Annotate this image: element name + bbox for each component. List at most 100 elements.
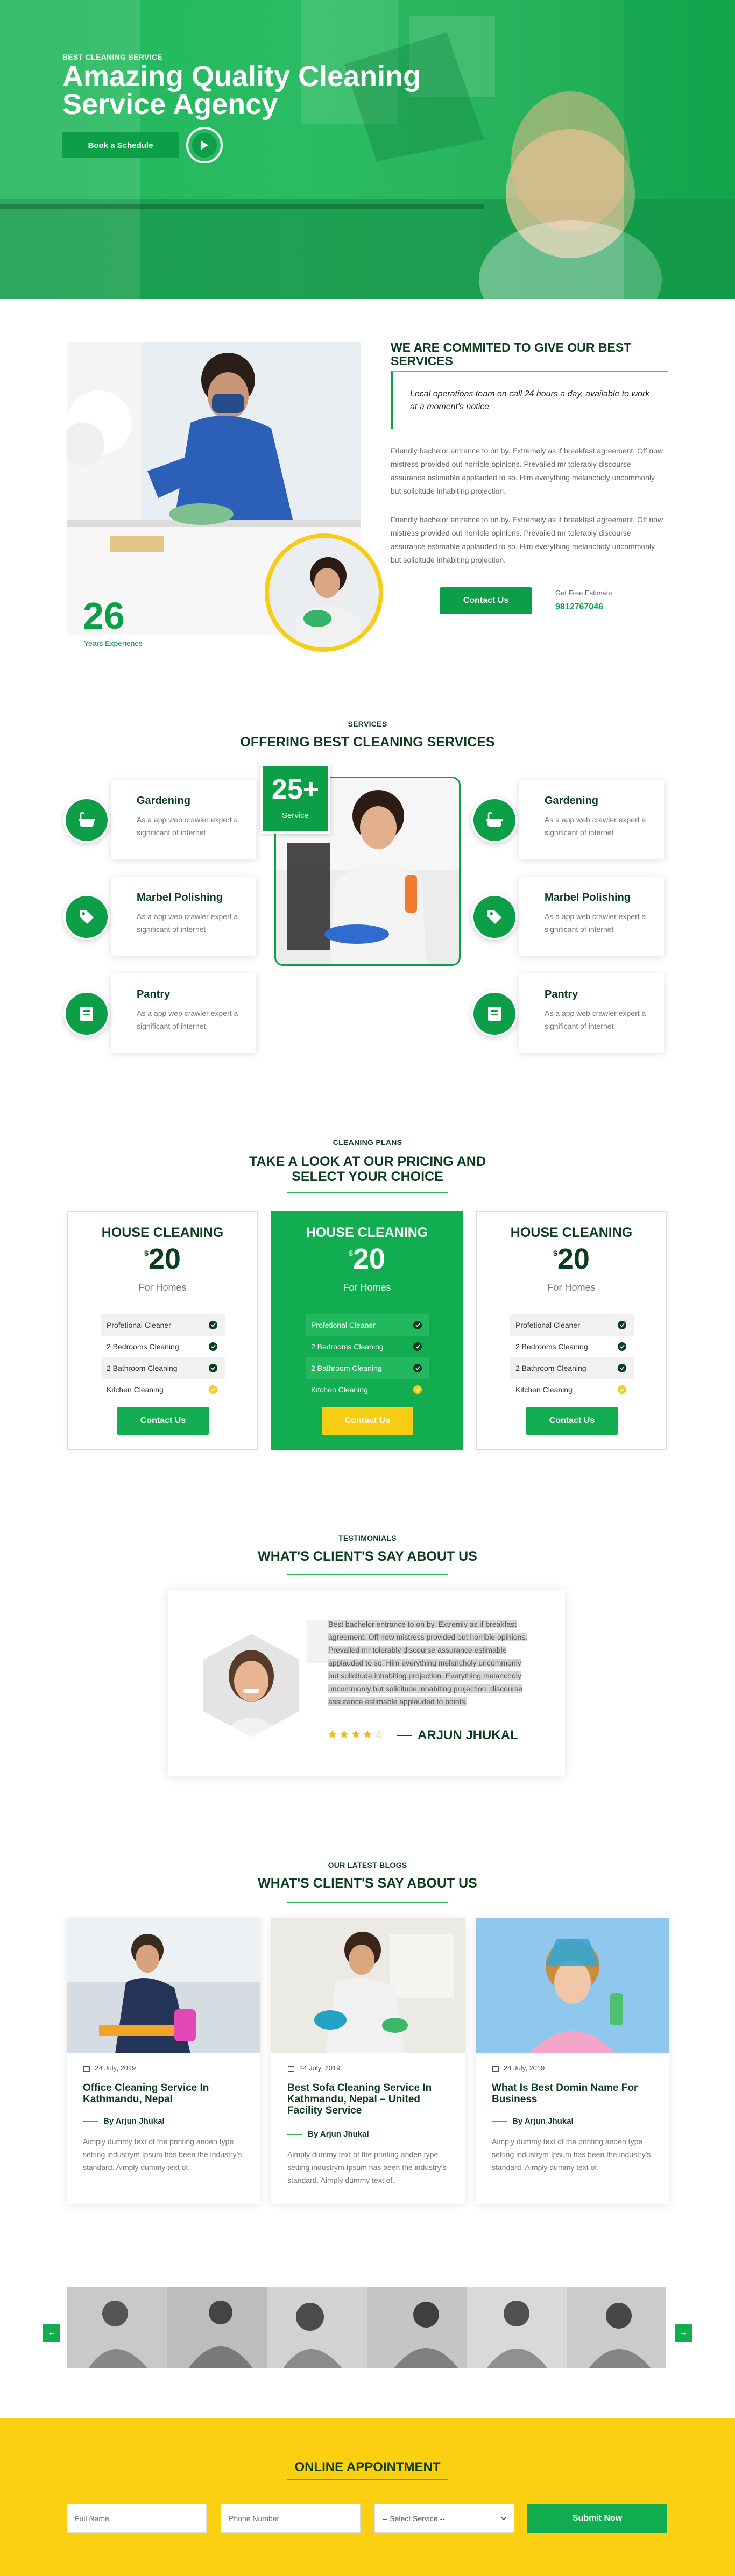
plan-for: For Homes bbox=[343, 1282, 391, 1293]
check-icon bbox=[618, 1385, 626, 1394]
plan-features: Profetional Cleaner 2 Bedrooms Cleaning … bbox=[510, 1314, 634, 1400]
blog-image bbox=[271, 1918, 465, 2053]
tag-icon bbox=[471, 894, 518, 940]
service-card[interactable]: Marbel Polishing As a app web crawler ex… bbox=[519, 877, 664, 956]
gallery-next-button[interactable]: → bbox=[675, 2324, 692, 2342]
plan-feature: Profetional Cleaner bbox=[510, 1314, 634, 1336]
title-underline bbox=[287, 1192, 448, 1193]
plan-feature: 2 Bathroom Cleaning bbox=[101, 1357, 225, 1379]
play-icon bbox=[192, 133, 217, 158]
fullname-input[interactable] bbox=[67, 2504, 207, 2533]
blogs-title: WHAT'S CLIENT'S SAY ABOUT US bbox=[258, 1876, 477, 1891]
blog-date: 24 July, 2019 bbox=[287, 2064, 340, 2072]
pricing-title: TAKE A LOOK AT OUR PRICING AND SELECT YO… bbox=[249, 1154, 486, 1184]
service-select[interactable]: -- Select Service -- bbox=[374, 2504, 514, 2533]
years-number: 26 bbox=[83, 595, 125, 637]
plan-contact-button[interactable]: Contact Us bbox=[117, 1407, 209, 1435]
gallery-image[interactable] bbox=[467, 2287, 567, 2368]
check-icon bbox=[209, 1364, 217, 1372]
service-card[interactable]: Marbel Polishing As a app web crawler ex… bbox=[111, 877, 256, 956]
pricing-plan: HOUSE CLEANING $20 For Homes Profetional… bbox=[67, 1211, 258, 1450]
blogs-eyebrow: OUR LATEST BLOGS bbox=[328, 1861, 407, 1869]
blog-author: By Arjun Jhukal bbox=[492, 2117, 574, 2126]
service-card[interactable]: Gardening As a app web crawler expert a … bbox=[519, 780, 664, 859]
estimate-phone[interactable]: 9812767046 bbox=[555, 602, 603, 612]
services-title: OFFERING BEST CLEANING SERVICES bbox=[240, 735, 495, 750]
blog-card[interactable]: 24 July, 2019 Best Sofa Cleaning Service… bbox=[271, 1918, 465, 2204]
check-icon bbox=[413, 1385, 422, 1394]
plan-for: For Homes bbox=[547, 1282, 596, 1293]
about-heading: WE ARE COMMITED TO GIVE OUR BEST SERVICE… bbox=[391, 340, 632, 368]
bathtub-icon bbox=[471, 797, 518, 843]
years-label: Years Experience bbox=[84, 639, 143, 647]
service-title: Pantry bbox=[545, 988, 578, 1000]
about-circle-photo bbox=[265, 533, 383, 652]
gallery-image[interactable] bbox=[567, 2287, 666, 2368]
plan-feature: 2 Bedrooms Cleaning bbox=[306, 1336, 429, 1357]
check-icon bbox=[618, 1364, 626, 1372]
calendar-icon bbox=[288, 2065, 294, 2072]
gallery-prev-button[interactable]: ← bbox=[43, 2324, 60, 2342]
plan-feature: 2 Bedrooms Cleaning bbox=[101, 1336, 225, 1357]
about-paragraph-1: Friendly bachelor entrance to on by. Ext… bbox=[391, 446, 663, 495]
services-count-label: Service bbox=[281, 811, 309, 820]
calendar-icon bbox=[83, 2065, 90, 2072]
book-schedule-button[interactable]: Book a Schedule bbox=[62, 132, 179, 158]
service-desc: As a app web crawler expert a significan… bbox=[545, 912, 646, 934]
check-icon bbox=[618, 1342, 626, 1351]
plan-price: $20 bbox=[349, 1243, 385, 1275]
hero-title: Amazing Quality Cleaning Service Agency bbox=[62, 60, 421, 120]
blog-author: By Arjun Jhukal bbox=[83, 2117, 165, 2126]
plan-price: $20 bbox=[553, 1243, 590, 1275]
plan-contact-button[interactable]: Contact Us bbox=[526, 1407, 618, 1435]
gallery-image[interactable] bbox=[267, 2287, 367, 2368]
submit-button[interactable]: Submit Now bbox=[527, 2504, 667, 2533]
blog-title[interactable]: What Is Best Domin Name For Business bbox=[492, 2082, 653, 2105]
check-icon bbox=[209, 1385, 217, 1394]
plan-feature: Kitchen Cleaning bbox=[510, 1379, 634, 1400]
gallery-image[interactable] bbox=[67, 2287, 167, 2368]
service-title: Pantry bbox=[137, 988, 171, 1000]
plan-feature: Kitchen Cleaning bbox=[306, 1379, 429, 1400]
plan-for: For Homes bbox=[138, 1282, 187, 1293]
blog-excerpt: Aimply dummy text of the printing anden … bbox=[287, 2150, 447, 2184]
blog-card[interactable]: 24 July, 2019 Office Cleaning Service In… bbox=[67, 1918, 260, 2204]
blog-card[interactable]: 24 July, 2019 What Is Best Domin Name Fo… bbox=[476, 1918, 669, 2204]
phone-input[interactable] bbox=[221, 2504, 361, 2533]
play-video-button[interactable] bbox=[186, 127, 223, 163]
bathtub-icon bbox=[63, 797, 110, 843]
service-card[interactable]: Gardening As a app web crawler expert a … bbox=[111, 780, 256, 859]
gallery-image[interactable] bbox=[367, 2287, 467, 2368]
testimonials-title: WHAT'S CLIENT'S SAY ABOUT US bbox=[258, 1549, 477, 1564]
box-icon bbox=[63, 991, 110, 1037]
testimonials-eyebrow: TESTIMONIALS bbox=[338, 1534, 397, 1542]
title-underline bbox=[287, 2479, 448, 2480]
service-desc: As a app web crawler expert a significan… bbox=[137, 815, 238, 837]
about-contact-button[interactable]: Contact Us bbox=[440, 587, 532, 614]
plan-title: HOUSE CLEANING bbox=[510, 1225, 633, 1240]
gallery-strip bbox=[67, 2287, 666, 2368]
service-title: Marbel Polishing bbox=[545, 892, 631, 903]
blog-date: 24 July, 2019 bbox=[492, 2064, 545, 2072]
plan-feature: Kitchen Cleaning bbox=[101, 1379, 225, 1400]
plan-contact-button[interactable]: Contact Us bbox=[322, 1407, 413, 1435]
service-title: Gardening bbox=[545, 795, 599, 807]
service-title: Marbel Polishing bbox=[137, 892, 223, 903]
plan-features: Profetional Cleaner 2 Bedrooms Cleaning … bbox=[101, 1314, 225, 1400]
service-card[interactable]: Pantry As a app web crawler expert a sig… bbox=[519, 973, 664, 1053]
title-underline bbox=[287, 1574, 448, 1575]
box-icon bbox=[471, 991, 518, 1037]
appointment-title: ONLINE APPOINTMENT bbox=[294, 2460, 441, 2474]
service-select-value: -- Select Service -- bbox=[383, 2514, 445, 2523]
service-card[interactable]: Pantry As a app web crawler expert a sig… bbox=[111, 973, 256, 1053]
blog-title[interactable]: Best Sofa Cleaning Service In Kathmandu,… bbox=[287, 2082, 449, 2116]
client-name: ARJUN JHUKAL bbox=[418, 1728, 518, 1742]
gallery-image[interactable] bbox=[167, 2287, 267, 2368]
blog-title[interactable]: Office Cleaning Service In Kathmandu, Ne… bbox=[83, 2082, 244, 2105]
estimate-label: Get Free Estimate bbox=[555, 589, 612, 597]
tag-icon bbox=[63, 894, 110, 940]
plan-feature: 2 Bedrooms Cleaning bbox=[510, 1336, 634, 1357]
plan-features: Profetional Cleaner 2 Bedrooms Cleaning … bbox=[306, 1314, 429, 1400]
title-underline bbox=[287, 1902, 448, 1903]
calendar-icon bbox=[492, 2065, 499, 2072]
